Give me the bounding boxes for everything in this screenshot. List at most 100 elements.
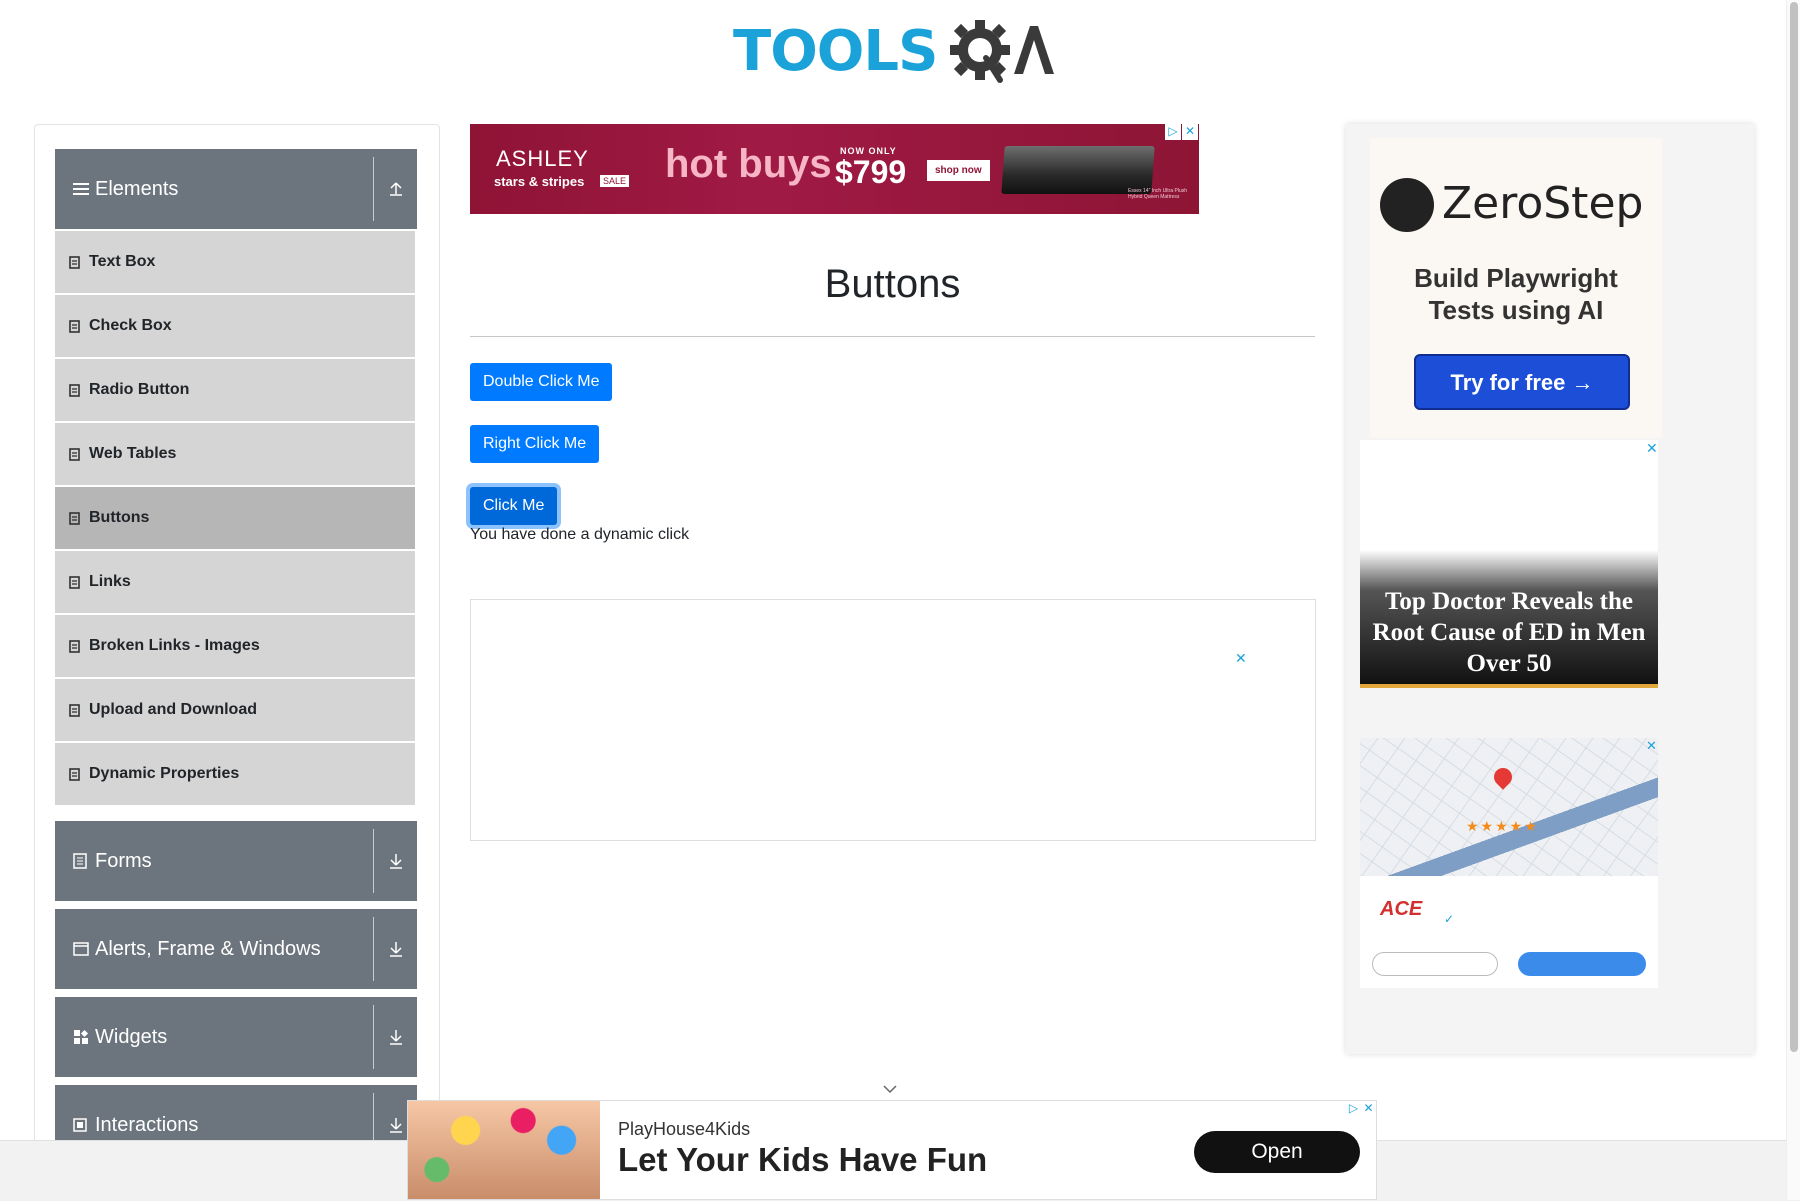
ad-close-icon[interactable]: ✕ bbox=[1646, 738, 1657, 754]
dynamic-click-message: You have done a dynamic click bbox=[470, 526, 690, 543]
page-title: Buttons bbox=[824, 262, 961, 306]
zerostep-tagline: Build Playwright Tests using AI bbox=[1370, 262, 1662, 326]
ad-close-icon[interactable]: ✕ bbox=[1646, 440, 1658, 457]
document-icon bbox=[69, 615, 80, 677]
menu-item-label: Dynamic Properties bbox=[89, 765, 240, 782]
click-me-button[interactable]: Click Me bbox=[470, 487, 558, 525]
try-for-free-button[interactable]: Try for free → bbox=[1414, 354, 1630, 410]
expand-down-icon[interactable] bbox=[375, 821, 417, 901]
rating-stars: ★★★★★ bbox=[1466, 818, 1539, 834]
logo-text: TOOLS bbox=[733, 19, 938, 84]
logo-qa-gear-icon bbox=[950, 20, 1054, 83]
ad-primary-button[interactable] bbox=[1518, 952, 1646, 976]
ad-sale-badge: SALE bbox=[600, 175, 630, 187]
document-icon bbox=[69, 679, 80, 741]
menu-item-broken-links[interactable]: Broken Links - Images bbox=[55, 615, 415, 677]
expand-down-icon[interactable] bbox=[375, 997, 417, 1077]
headline-line: Top Doctor Reveals the bbox=[1385, 588, 1633, 615]
page-scrollbar[interactable] bbox=[1786, 0, 1800, 1200]
expand-down-icon[interactable] bbox=[375, 909, 417, 989]
ad-sub: stars & stripes bbox=[494, 174, 585, 189]
headline-line: Over 50 bbox=[1466, 650, 1552, 677]
menu-item-dynamic-properties[interactable]: Dynamic Properties bbox=[55, 743, 415, 805]
document-icon bbox=[69, 487, 80, 549]
menu-item-label: Text Box bbox=[89, 253, 156, 270]
verified-check-icon: ✓ bbox=[1444, 912, 1455, 926]
title-divider bbox=[470, 336, 1315, 337]
scrollbar-thumb[interactable] bbox=[1790, 2, 1798, 1052]
menu-item-links[interactable]: Links bbox=[55, 551, 415, 613]
ad-close-icon[interactable]: ✕ bbox=[1361, 1101, 1376, 1116]
group-label: Elements bbox=[95, 178, 179, 200]
doctor-ad-headline: Top Doctor Reveals the Root Cause of ED … bbox=[1360, 586, 1658, 679]
ace-logo: ACE bbox=[1380, 898, 1423, 920]
form-icon bbox=[73, 821, 87, 901]
group-alerts-frame-windows[interactable]: Alerts, Frame & Windows bbox=[55, 909, 417, 989]
collapse-up-icon[interactable] bbox=[375, 149, 417, 229]
right-click-button[interactable]: Right Click Me bbox=[470, 425, 600, 463]
menu-item-label: Broken Links - Images bbox=[89, 637, 260, 654]
menu-item-text-box[interactable]: Text Box bbox=[55, 231, 415, 293]
ad-brand: ASHLEY bbox=[496, 146, 589, 171]
menu-item-label: Buttons bbox=[89, 509, 150, 526]
accent-bar bbox=[1360, 684, 1658, 688]
menu-item-radio-button[interactable]: Radio Button bbox=[55, 359, 415, 421]
mid-content-ad[interactable]: ✕ bbox=[470, 599, 1316, 841]
divider bbox=[373, 1005, 374, 1069]
document-icon bbox=[69, 551, 80, 613]
ad-headline: hot buys bbox=[665, 142, 832, 186]
menu-item-buttons[interactable]: Buttons bbox=[55, 487, 415, 549]
top-banner-ad[interactable]: ASHLEY stars & stripes SALE hot buys NOW… bbox=[470, 124, 1199, 214]
ad-secondary-button[interactable] bbox=[1372, 952, 1498, 976]
group-label: Forms bbox=[95, 850, 152, 872]
ad-close-icon[interactable]: ✕ bbox=[1235, 650, 1247, 667]
document-icon bbox=[69, 743, 80, 805]
ad-choices-icon[interactable]: ▷ bbox=[1165, 124, 1181, 140]
doctor-ad[interactable]: ✕ Top Doctor Reveals the Root Cause of E… bbox=[1360, 440, 1658, 688]
divider bbox=[373, 917, 374, 981]
document-icon bbox=[69, 295, 80, 357]
map-ad[interactable]: ★★★★★ ✕ ACE ✓ bbox=[1360, 738, 1658, 988]
ad-brand: PlayHouse4Kids bbox=[618, 1119, 751, 1139]
zerostep-logo-icon bbox=[1380, 178, 1434, 232]
ad-price: $799 bbox=[835, 154, 907, 190]
mattress-image bbox=[1001, 146, 1155, 194]
chevron-down-icon[interactable] bbox=[883, 1081, 897, 1099]
ad-fine-print: Essex 14" Inch Ultra Plush Hybrid Queen … bbox=[1128, 188, 1188, 200]
widgets-icon bbox=[73, 997, 89, 1077]
menu-item-check-box[interactable]: Check Box bbox=[55, 295, 415, 357]
zerostep-tagline-line: Build Playwright bbox=[1414, 263, 1618, 293]
menu-item-label: Check Box bbox=[89, 317, 172, 334]
menu-item-label: Web Tables bbox=[89, 445, 177, 462]
group-interactions[interactable]: Interactions bbox=[55, 1085, 417, 1145]
menu-item-upload-download[interactable]: Upload and Download bbox=[55, 679, 415, 741]
ad-choices-icon[interactable]: ▷ bbox=[1346, 1101, 1361, 1116]
menu-item-web-tables[interactable]: Web Tables bbox=[55, 423, 415, 485]
ad-thumbnail-image bbox=[408, 1101, 600, 1199]
ad-shop-button[interactable]: shop now bbox=[927, 160, 990, 181]
menu-item-label: Upload and Download bbox=[89, 701, 257, 718]
interactions-icon bbox=[73, 1085, 87, 1145]
left-panel: Elements Text Box Check Box Radio Button… bbox=[34, 124, 440, 1146]
document-icon bbox=[69, 231, 80, 293]
ad-close-icon[interactable]: ✕ bbox=[1182, 124, 1198, 140]
toolsqa-logo[interactable]: TOOLS bbox=[730, 12, 1060, 92]
group-label: Widgets bbox=[95, 1026, 168, 1048]
menu-item-label: Links bbox=[89, 573, 131, 590]
zerostep-ad[interactable]: ZeroStep Build Playwright Tests using AI… bbox=[1370, 138, 1662, 438]
menu-item-label: Radio Button bbox=[89, 381, 190, 398]
zerostep-name: ZeroStep bbox=[1442, 178, 1644, 229]
hamburger-icon bbox=[73, 149, 89, 229]
group-forms[interactable]: Forms bbox=[55, 821, 417, 901]
headline-line: Root Cause of ED in Men bbox=[1372, 619, 1646, 646]
double-click-button[interactable]: Double Click Me bbox=[470, 363, 613, 401]
bottom-sticky-ad[interactable]: PlayHouse4Kids Let Your Kids Have Fun Op… bbox=[407, 1100, 1377, 1200]
group-label: Alerts, Frame & Windows bbox=[95, 938, 321, 960]
document-icon bbox=[69, 423, 80, 485]
window-icon bbox=[73, 909, 89, 989]
group-elements[interactable]: Elements bbox=[55, 149, 417, 229]
open-button[interactable]: Open bbox=[1194, 1131, 1360, 1173]
divider bbox=[373, 157, 374, 221]
document-icon bbox=[69, 359, 80, 421]
group-widgets[interactable]: Widgets bbox=[55, 997, 417, 1077]
